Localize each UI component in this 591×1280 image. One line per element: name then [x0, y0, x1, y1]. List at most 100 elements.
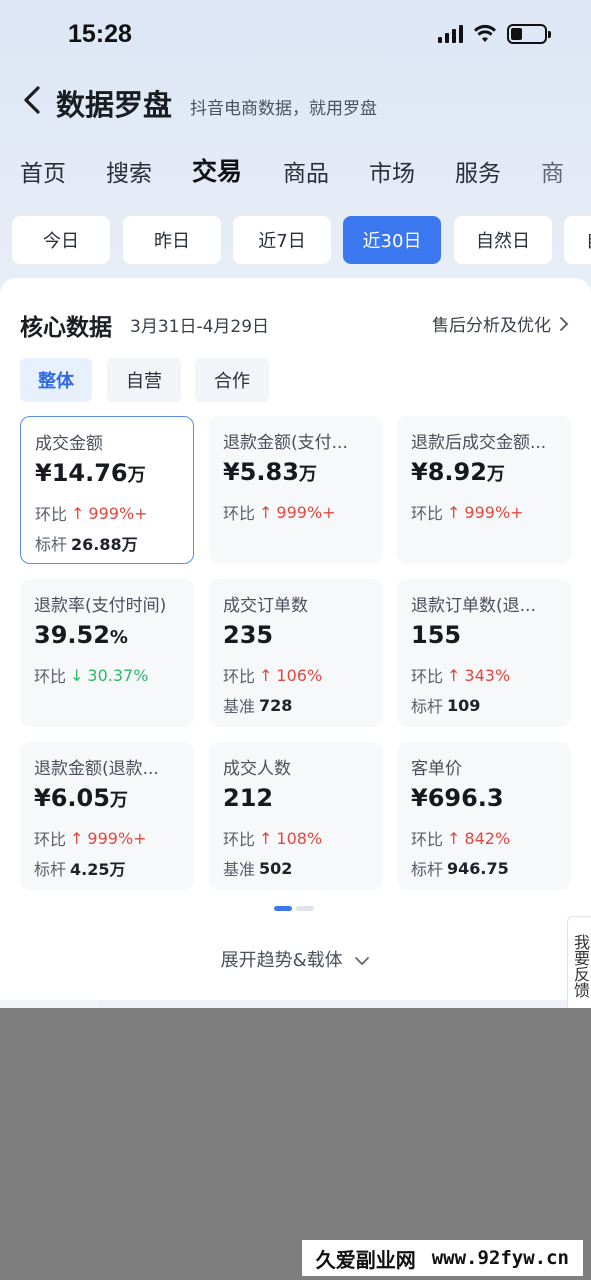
cellular-signal-icon [438, 25, 463, 43]
metric-unit: % [109, 627, 128, 648]
tab-trade[interactable]: 交易 [192, 152, 242, 188]
watermark-url: www.92fyw.cn [431, 1247, 569, 1269]
segment-overall[interactable]: 整体 [20, 358, 92, 402]
segment-cooperation[interactable]: 合作 [195, 358, 269, 402]
benchmark-label: 标杆 [34, 860, 67, 879]
date-chip-30days[interactable]: 近30日 [343, 216, 441, 264]
segment-self-run[interactable]: 自营 [107, 358, 181, 402]
metric-card[interactable]: 成交金额 ¥14.76万 环比 ↑ 999%+ 标杆 26.88万 [20, 416, 194, 564]
date-chip-today[interactable]: 今日 [12, 216, 110, 264]
benchmark-value: 109 [447, 695, 481, 715]
metric-comparison: 环比 ↑ 999%+ [34, 826, 147, 850]
battery-icon [507, 24, 551, 44]
comparison-value: 842% [464, 828, 511, 848]
comparison-value: 106% [276, 665, 323, 685]
after-sale-analysis-link[interactable]: 售后分析及优化 [432, 311, 569, 336]
date-chip-custom[interactable]: 自 [564, 216, 591, 264]
watermark-text: 久爱副业网 [315, 1247, 416, 1272]
metric-comparison: 环比 ↑ 999%+ [223, 500, 336, 524]
tab-home[interactable]: 首页 [20, 154, 66, 188]
metric-card[interactable]: 成交人数 212 环比 ↑ 108% 基准 502 [209, 742, 383, 890]
metric-value: 155 [411, 621, 461, 649]
metric-comparison: 环比 ↑ 106% [223, 663, 322, 687]
benchmark-label: 基准 [223, 697, 256, 716]
metric-label: 成交人数 [223, 759, 291, 779]
date-chip-7days[interactable]: 近7日 [233, 216, 331, 264]
metric-card[interactable]: 成交订单数 235 环比 ↑ 106% 基准 728 [209, 579, 383, 727]
comparison-value: 108% [276, 828, 323, 848]
metric-comparison: 环比 ↑ 108% [223, 826, 322, 850]
comparison-value: 343% [464, 665, 511, 685]
comparison-value: 999%+ [87, 828, 147, 848]
benchmark-label: 基准 [223, 860, 256, 879]
metric-value-number: ¥696.3 [411, 784, 504, 812]
date-chip-natural-day[interactable]: 自然日 [454, 216, 552, 264]
metric-value-number: 155 [411, 621, 462, 649]
core-data-card: 核心数据 3月31日-4月29日 售后分析及优化 整体 自营 合作 成交金额 ¥1… [0, 278, 591, 1000]
tab-search[interactable]: 搜索 [106, 154, 152, 188]
page-subtitle: 抖音电商数据，就用罗盘 [190, 99, 377, 119]
metric-comparison: 环比 ↑ 999%+ [35, 501, 148, 525]
tab-service[interactable]: 服务 [455, 154, 501, 188]
comparison-label: 环比 [411, 504, 444, 523]
metric-value-number: ¥14.76 [35, 459, 128, 487]
tab-market[interactable]: 市场 [369, 154, 415, 188]
arrow-up-icon: ↑ [447, 502, 461, 522]
benchmark-value: 502 [259, 858, 293, 878]
after-sale-analysis-label: 售后分析及优化 [432, 316, 551, 336]
pager-dots [274, 906, 314, 911]
metric-comparison: 环比 ↓ 30.37% [34, 663, 148, 687]
tab-product[interactable]: 商品 [283, 154, 329, 188]
arrow-up-icon: ↑ [259, 828, 273, 848]
benchmark-value: 4.25万 [70, 860, 126, 879]
metric-value-number: ¥5.83 [223, 458, 299, 486]
module-tabs: 首页 搜索 交易 商品 市场 服务 商 [0, 148, 591, 194]
metric-value-number: 235 [223, 621, 274, 649]
benchmark-label: 标杆 [411, 860, 444, 879]
metric-value: ¥14.76万 [35, 459, 146, 487]
metric-card[interactable]: 退款金额(支付... ¥5.83万 环比 ↑ 999%+ [209, 416, 383, 564]
nav-header: 数据罗盘 抖音电商数据，就用罗盘 [0, 78, 591, 128]
benchmark-label: 标杆 [35, 535, 68, 554]
comparison-label: 环比 [34, 830, 67, 849]
metric-card[interactable]: 退款订单数(退... 155 环比 ↑ 343% 标杆 109 [397, 579, 571, 727]
metric-value: ¥5.83万 [223, 458, 317, 486]
arrow-up-icon: ↑ [259, 502, 273, 522]
metric-comparison: 环比 ↑ 343% [411, 663, 510, 687]
metric-label: 退款金额(退款... [34, 759, 159, 779]
back-button[interactable] [16, 80, 52, 120]
metric-unit: 万 [109, 790, 128, 811]
metric-benchmark: 基准 502 [223, 856, 292, 880]
metric-benchmark: 标杆 4.25万 [34, 856, 126, 880]
expand-trend-label: 展开趋势&载体 [220, 950, 343, 971]
metric-card[interactable]: 退款后成交金额... ¥8.92万 环比 ↑ 999%+ [397, 416, 571, 564]
metric-unit: 万 [127, 465, 146, 486]
benchmark-value: 26.88万 [71, 535, 138, 554]
metric-card[interactable]: 客单价 ¥696.3 环比 ↑ 842% 标杆 946.75 [397, 742, 571, 890]
metric-value-number: ¥8.92 [411, 458, 487, 486]
comparison-label: 环比 [223, 667, 256, 686]
metric-card[interactable]: 退款率(支付时间) 39.52% 环比 ↓ 30.37% [20, 579, 194, 727]
tab-more[interactable]: 商 [541, 154, 564, 188]
metric-label: 成交订单数 [223, 596, 308, 616]
comparison-value: 30.37% [87, 665, 149, 685]
wifi-icon [474, 24, 496, 42]
comparison-value: 999%+ [88, 503, 148, 523]
comparison-label: 环比 [223, 830, 256, 849]
benchmark-value: 728 [259, 695, 293, 715]
feedback-button[interactable]: 我要反馈 [567, 916, 591, 1012]
comparison-value: 999%+ [276, 502, 336, 522]
metric-benchmark: 标杆 109 [411, 693, 480, 717]
benchmark-value: 946.75 [447, 858, 509, 878]
date-chip-yesterday[interactable]: 昨日 [123, 216, 221, 264]
metric-card[interactable]: 退款金额(退款... ¥6.05万 环比 ↑ 999%+ 标杆 4.25万 [20, 742, 194, 890]
comparison-label: 环比 [411, 667, 444, 686]
metric-value: ¥696.3 [411, 784, 504, 812]
metric-label: 客单价 [411, 759, 462, 779]
arrow-up-icon: ↑ [259, 665, 273, 685]
metric-value: 212 [223, 784, 273, 812]
metric-comparison: 环比 ↑ 842% [411, 826, 510, 850]
comparison-label: 环比 [35, 505, 68, 524]
expand-trend-button[interactable]: 展开趋势&载体 [0, 946, 591, 972]
status-icons [438, 24, 551, 44]
